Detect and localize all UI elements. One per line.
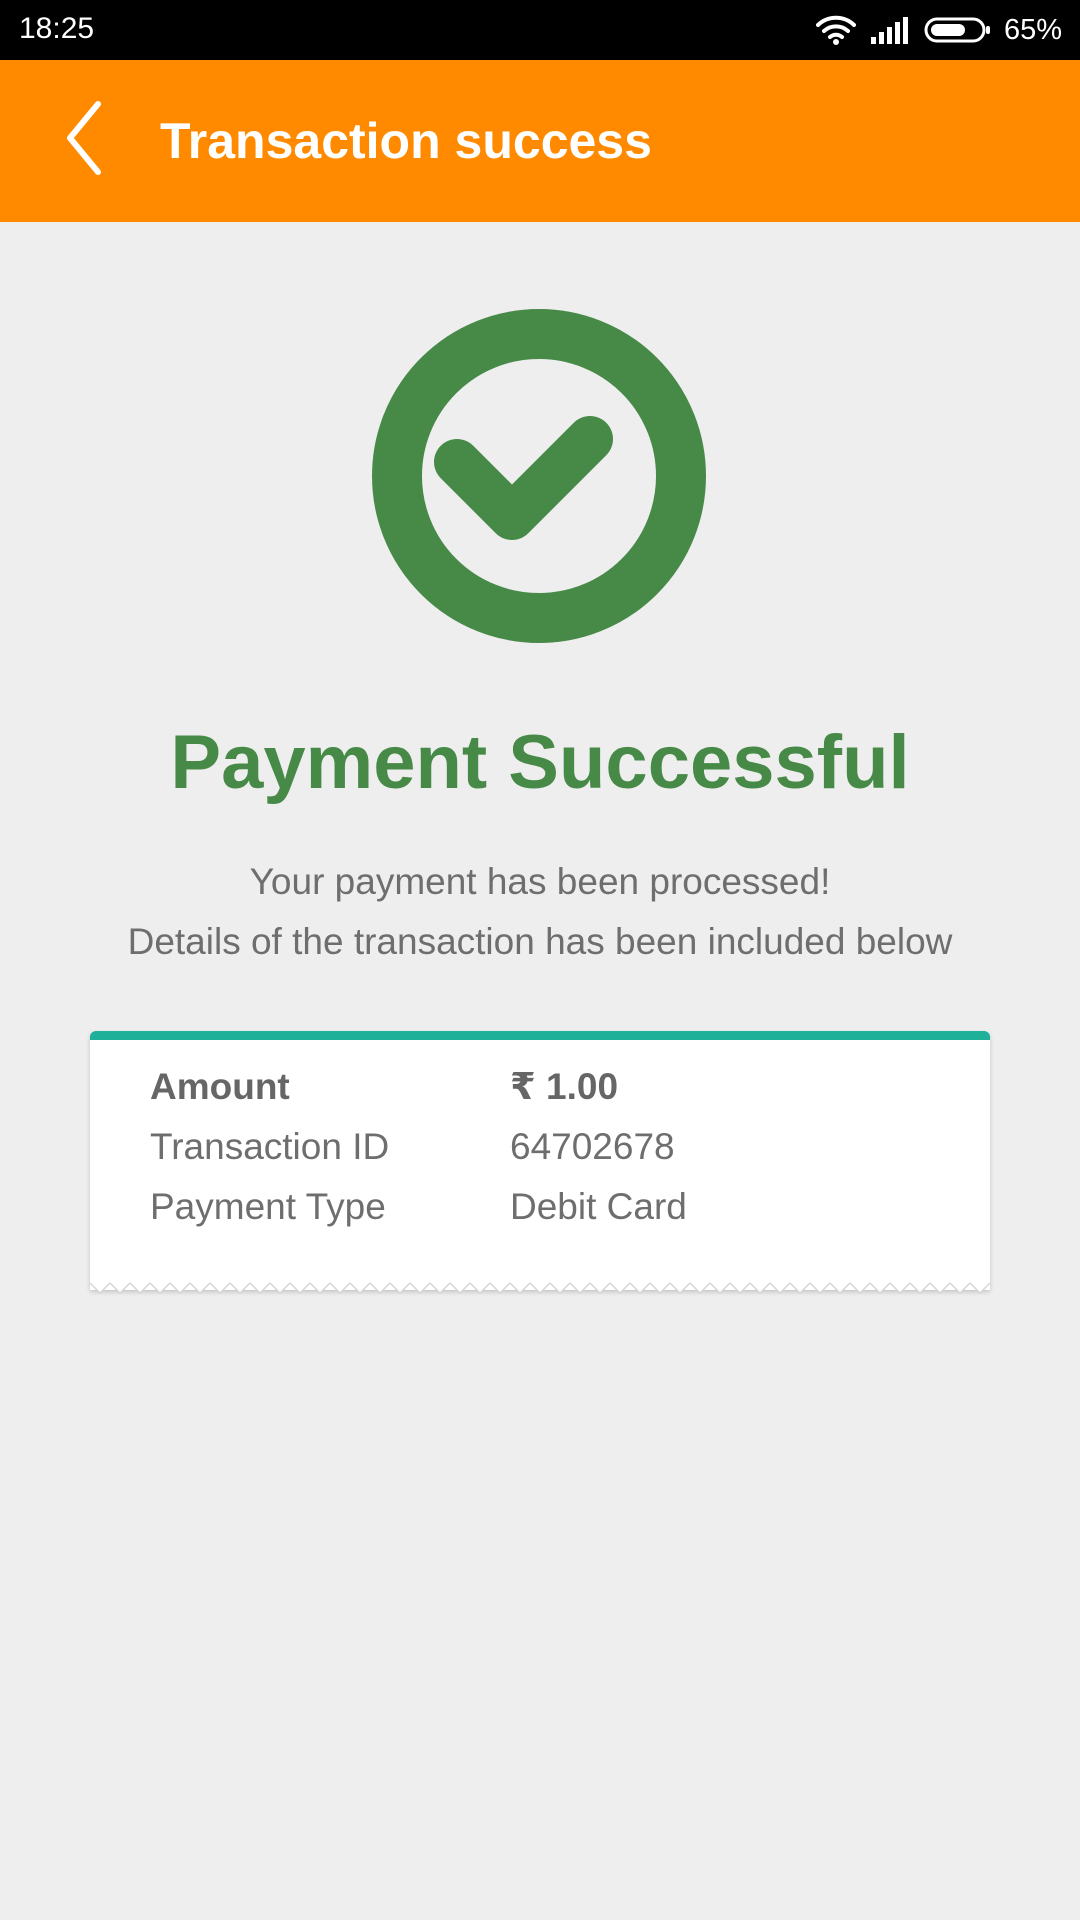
- receipt-torn-edge: [90, 1279, 990, 1301]
- success-message: Your payment has been processed!: [249, 861, 831, 902]
- battery-percent: 65%: [1003, 13, 1062, 46]
- amount-label: Amount: [150, 1066, 290, 1107]
- details-message: Details of the transaction has been incl…: [127, 921, 953, 962]
- receipt-card: Amount ₹ 1.00 Transaction ID 64702678 Pa…: [90, 1031, 990, 1290]
- amount-value: ₹ 1.00: [510, 1066, 619, 1107]
- transaction-id-label: Transaction ID: [150, 1126, 390, 1167]
- battery-icon: [924, 15, 992, 45]
- chevron-left-icon: [64, 100, 104, 181]
- payment-success-heading: Payment Successful: [170, 720, 910, 805]
- receipt-row-payment-type: Payment Type Debit Card: [150, 1182, 950, 1232]
- page-title: Transaction success: [160, 113, 652, 169]
- status-time: 18:25: [19, 12, 95, 45]
- signal-icon: [870, 15, 910, 45]
- status-icons: 65%: [815, 0, 1062, 60]
- wifi-icon: [815, 14, 856, 46]
- receipt-row-transaction-id: Transaction ID 64702678: [150, 1122, 950, 1172]
- payment-type-label: Payment Type: [150, 1186, 386, 1227]
- receipt-row-amount: Amount ₹ 1.00: [150, 1062, 950, 1112]
- back-button[interactable]: [44, 90, 124, 190]
- payment-type-value: Debit Card: [510, 1186, 687, 1227]
- status-bar: 18:25 65%: [0, 0, 1080, 60]
- transaction-id-value: 64702678: [510, 1126, 675, 1167]
- app-bar: Transaction success: [0, 60, 1080, 222]
- check-circle-icon: [372, 309, 706, 643]
